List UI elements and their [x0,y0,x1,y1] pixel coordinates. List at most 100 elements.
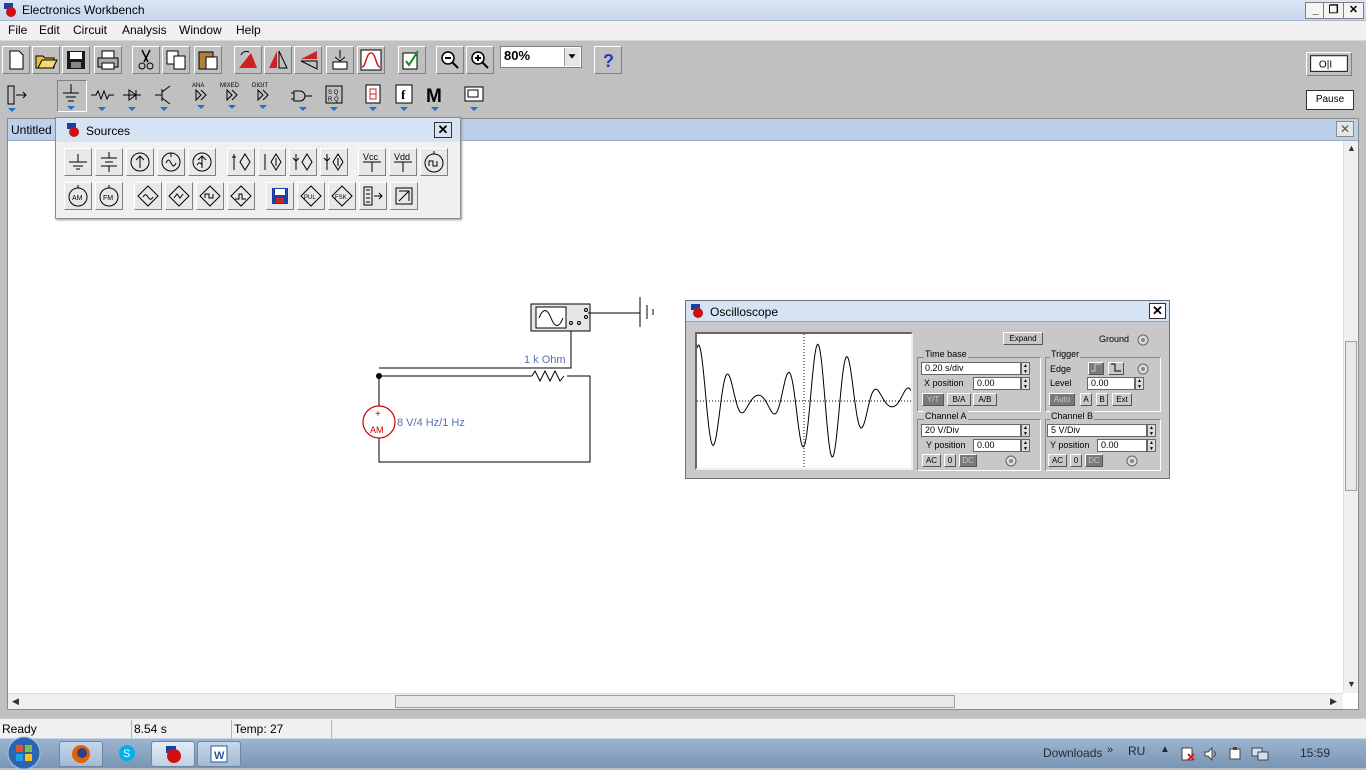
clock-source-button[interactable] [420,148,448,176]
trigger-level-stepper[interactable]: ▲ ▼ [1135,377,1144,390]
trigger-ext-button[interactable]: Ext [1112,393,1132,406]
menu-window[interactable]: Window [179,23,222,37]
network-icon[interactable] [1251,746,1269,762]
horizontal-scroll-thumb[interactable] [395,695,955,708]
mixed-ics-bin-button[interactable]: MIXED [219,80,245,109]
subcircuit-button[interactable] [326,46,354,74]
channel-b-dc-button[interactable]: DC [1085,454,1103,467]
rotate-button[interactable] [234,46,262,74]
time-base-field[interactable]: 0.20 s/div [921,362,1021,375]
taskbar-word[interactable]: W [197,741,241,767]
logic-gates-bin-button[interactable] [290,82,316,111]
basic-bin-button[interactable] [89,82,115,111]
sources-palette-close-button[interactable]: ✕ [434,122,452,138]
copy-button[interactable] [162,46,190,74]
open-file-button[interactable] [32,46,60,74]
trigger-b-button[interactable]: B [1096,393,1108,406]
resistor-symbol[interactable] [531,369,565,383]
menu-file[interactable]: File [8,23,27,37]
scroll-up-icon[interactable]: ▲ [1347,143,1356,153]
expand-button[interactable]: Expand [1003,332,1043,345]
analog-ics-bin-button[interactable]: ANA [188,80,214,109]
am-source-button[interactable]: AM [64,182,92,210]
ab-mode-button[interactable]: A/B [973,393,997,406]
trigger-a-button[interactable]: A [1080,393,1092,406]
controls-bin-button[interactable]: f [391,82,417,111]
flip-horizontal-button[interactable] [264,46,292,74]
cut-button[interactable] [132,46,160,74]
vdd-source-button[interactable]: Vdd [389,148,417,176]
new-file-button[interactable] [2,46,30,74]
language-indicator[interactable]: RU [1128,744,1145,758]
instruments-bin-button[interactable] [461,82,487,111]
controlled-one-shot-button[interactable] [227,182,255,210]
ccvs-button[interactable] [289,148,317,176]
channel-a-terminal-icon[interactable] [1005,455,1017,467]
usb-device-icon[interactable] [1227,746,1243,762]
channel-b-zero-button[interactable]: 0 [1070,454,1082,467]
fm-source-button[interactable]: FM [95,182,123,210]
help-button[interactable]: ? [594,46,622,74]
downloads-toolbar[interactable]: Downloads [1043,746,1102,760]
channel-a-ac-button[interactable]: AC [922,454,941,467]
channel-a-dc-button[interactable]: DC [959,454,977,467]
scroll-down-icon[interactable]: ▼ [1347,679,1356,689]
parts-bin-toggle-button[interactable] [4,82,30,112]
clock[interactable]: 15:59 [1300,746,1330,760]
zoom-select[interactable]: 80% [500,46,582,68]
taskbar-skype[interactable]: S [106,741,150,767]
zoom-out-button[interactable] [436,46,464,74]
vc-triangle-oscillator-button[interactable] [165,182,193,210]
circuit-window-close-button[interactable]: ✕ [1336,121,1354,137]
ground-terminal-icon[interactable] [1137,334,1149,346]
nonlinear-source-button[interactable] [390,182,418,210]
channel-b-ypos-field[interactable]: 0.00 [1097,439,1147,452]
channel-b-ypos-stepper[interactable]: ▲ ▼ [1147,439,1156,452]
close-button[interactable]: ✕ [1343,2,1364,19]
channel-a-ypos-field[interactable]: 0.00 [973,439,1021,452]
cccs-button[interactable] [320,148,348,176]
scroll-right-icon[interactable]: ▶ [1330,696,1337,707]
vertical-scroll-thumb[interactable] [1345,341,1357,491]
menu-analysis[interactable]: Analysis [122,23,167,37]
menu-circuit[interactable]: Circuit [73,23,107,37]
windows-start-icon[interactable] [4,736,44,770]
ground-button[interactable] [64,148,92,176]
volume-icon[interactable] [1203,746,1219,762]
vc-sine-oscillator-button[interactable] [134,182,162,210]
digital-bin-button[interactable]: S QR Q [321,82,347,111]
power-switch[interactable]: O|I [1306,52,1352,76]
ac-voltage-source-button[interactable] [157,148,185,176]
channel-b-ac-button[interactable]: AC [1048,454,1067,467]
miscellaneous-bin-button[interactable]: M [422,82,448,111]
downloads-expand-icon[interactable]: » [1107,744,1113,756]
time-base-stepper[interactable]: ▲ ▼ [1021,362,1030,375]
oscilloscope-instrument[interactable] [530,303,591,332]
maximize-button[interactable]: ❐ [1323,2,1344,19]
taskbar-workbench[interactable] [151,741,195,767]
tray-expand-icon[interactable]: ▲ [1160,744,1170,755]
dc-current-source-button[interactable] [126,148,154,176]
graph-button[interactable] [357,46,385,74]
diodes-bin-button[interactable] [119,82,145,111]
zoom-dropdown-arrow[interactable] [564,48,580,66]
vcc-source-button[interactable]: Vcc [358,148,386,176]
channel-b-volts-stepper[interactable]: ▲ ▼ [1147,424,1156,437]
taskbar-firefox[interactable] [59,741,103,767]
edge-rising-button[interactable] [1088,362,1104,375]
save-button[interactable] [62,46,90,74]
ac-current-source-button[interactable] [188,148,216,176]
sources-bin-button[interactable] [57,80,87,112]
horizontal-scrollbar[interactable]: ◀ ▶ [8,693,1343,709]
yt-mode-button[interactable]: Y/T [922,393,944,406]
pause-button[interactable]: Pause [1306,90,1354,110]
polynomial-source-button[interactable] [359,182,387,210]
indicators-bin-button[interactable] [360,82,386,111]
channel-a-zero-button[interactable]: 0 [944,454,956,467]
pulse-source-button[interactable]: PUL [297,182,325,210]
action-center-icon[interactable] [1180,746,1196,762]
edge-falling-button[interactable] [1108,362,1124,375]
transistors-bin-button[interactable] [151,82,177,111]
oscilloscope-close-button[interactable]: ✕ [1149,303,1166,319]
channel-a-volts-stepper[interactable]: ▲ ▼ [1021,424,1030,437]
